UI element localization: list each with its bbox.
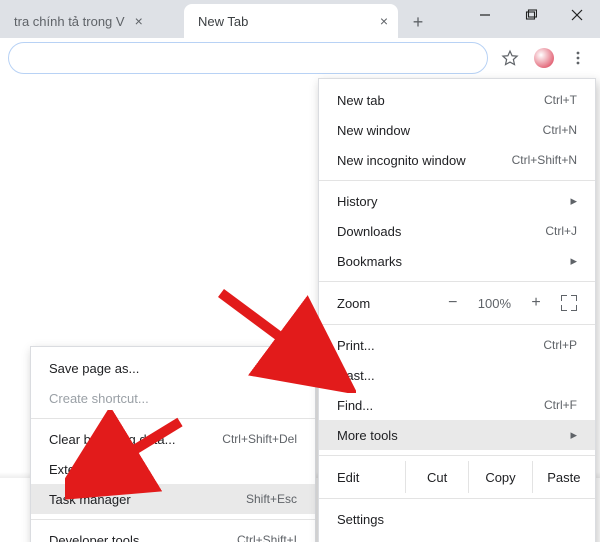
shortcut: Ctrl+Shift+Del [222, 432, 297, 446]
shortcut: Ctrl+F [544, 398, 577, 412]
menu-button[interactable] [564, 44, 592, 72]
address-bar[interactable] [8, 42, 488, 74]
annotation-arrow [206, 283, 356, 393]
menu-item-settings[interactable]: Settings [319, 504, 595, 534]
menu-item-label: Edit [319, 470, 405, 485]
minimize-button[interactable] [462, 0, 508, 30]
close-window-button[interactable] [554, 0, 600, 30]
menu-item-print[interactable]: Print... Ctrl+P [319, 330, 595, 360]
close-icon[interactable]: × [135, 13, 143, 29]
new-tab-button[interactable]: + [402, 6, 434, 38]
menu-item-downloads[interactable]: Downloads Ctrl+J [319, 216, 595, 246]
shortcut: Ctrl+T [544, 93, 577, 107]
bookmark-star-icon[interactable] [496, 44, 524, 72]
extension-icon[interactable] [530, 44, 558, 72]
submenu-arrow-icon: ▸ [570, 253, 577, 269]
menu-item-more-tools[interactable]: More tools ▸ [319, 420, 595, 450]
menu-item-label: New incognito window [337, 153, 466, 168]
menu-item-zoom: Zoom − 100% + [319, 287, 595, 319]
tab-strip: tra chính tả trong V × New Tab × + [0, 0, 600, 38]
tab-inactive[interactable]: tra chính tả trong V × [0, 4, 184, 38]
menu-item-new-tab[interactable]: New tab Ctrl+T [319, 85, 595, 115]
cut-button[interactable]: Cut [405, 461, 468, 493]
menu-item-label: New window [337, 123, 410, 138]
window-controls [462, 0, 600, 38]
annotation-arrow [65, 410, 195, 500]
separator [319, 498, 595, 499]
tab-title: New Tab [198, 14, 248, 29]
menu-item-label: Save page as... [49, 361, 139, 376]
tab-active[interactable]: New Tab × [184, 4, 398, 38]
menu-item-developer-tools[interactable]: Developer tools Ctrl+Shift+I [31, 525, 315, 542]
shortcut: Ctrl+N [543, 123, 577, 137]
menu-item-cast[interactable]: Cast... [319, 360, 595, 390]
menu-item-label: Create shortcut... [49, 391, 149, 406]
shortcut: Shift+Esc [246, 492, 297, 506]
separator [319, 455, 595, 456]
close-icon[interactable]: × [380, 13, 388, 29]
zoom-in-button[interactable]: + [529, 294, 543, 312]
shortcut: Ctrl+Shift+I [237, 533, 297, 542]
zoom-out-button[interactable]: − [446, 294, 460, 312]
menu-item-help[interactable]: Help ▸ [319, 534, 595, 542]
tab-title: tra chính tả trong V [14, 14, 125, 29]
submenu-arrow-icon: ▸ [570, 427, 577, 443]
menu-item-new-window[interactable]: New window Ctrl+N [319, 115, 595, 145]
shortcut: Ctrl+Shift+N [512, 153, 577, 167]
main-menu: New tab Ctrl+T New window Ctrl+N New inc… [318, 78, 596, 542]
menu-item-label: More tools [337, 428, 398, 443]
menu-item-label: Bookmarks [337, 254, 402, 269]
menu-item-edit: Edit Cut Copy Paste [319, 461, 595, 493]
copy-button[interactable]: Copy [468, 461, 531, 493]
menu-item-bookmarks[interactable]: Bookmarks ▸ [319, 246, 595, 276]
menu-item-history[interactable]: History ▸ [319, 186, 595, 216]
menu-item-new-incognito[interactable]: New incognito window Ctrl+Shift+N [319, 145, 595, 175]
separator [319, 281, 595, 282]
menu-item-find[interactable]: Find... Ctrl+F [319, 390, 595, 420]
shortcut: Ctrl+P [543, 338, 577, 352]
menu-item-label: Downloads [337, 224, 401, 239]
submenu-arrow-icon: ▸ [570, 193, 577, 209]
paste-button[interactable]: Paste [532, 461, 595, 493]
separator [319, 324, 595, 325]
menu-item-label: History [337, 194, 377, 209]
menu-item-label: New tab [337, 93, 385, 108]
separator [31, 519, 315, 520]
menu-item-label: Find... [337, 398, 373, 413]
zoom-value: 100% [478, 296, 511, 311]
menu-item-label: Developer tools [49, 533, 139, 542]
separator [319, 180, 595, 181]
toolbar [0, 38, 600, 78]
menu-item-label: Settings [337, 512, 384, 527]
fullscreen-icon[interactable] [561, 295, 577, 311]
maximize-button[interactable] [508, 0, 554, 30]
shortcut: Ctrl+J [545, 224, 577, 238]
